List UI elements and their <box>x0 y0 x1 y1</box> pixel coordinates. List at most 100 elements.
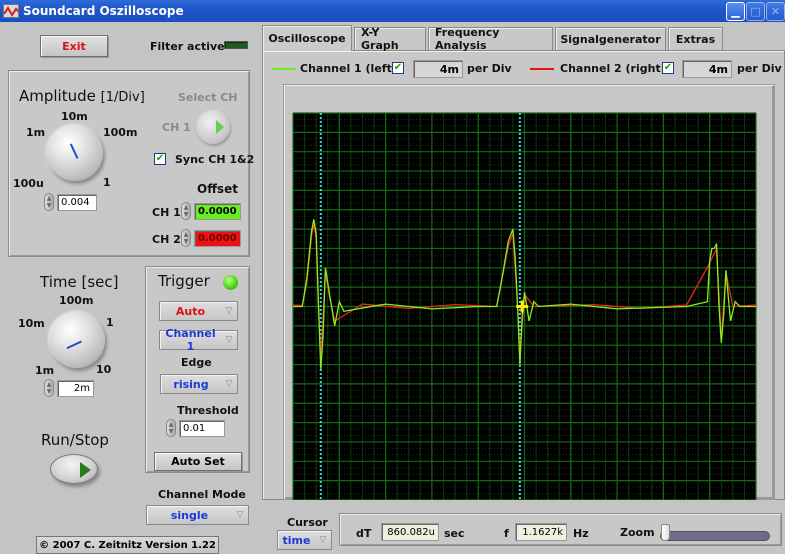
time-tick-label: 10m <box>18 317 45 330</box>
minimize-button[interactable]: ▁ <box>726 2 745 21</box>
channel-2-per-div-field[interactable]: 4m <box>682 60 732 78</box>
amp-tick-label: 1 <box>103 176 111 189</box>
amp-tick-label: 100u <box>13 177 44 190</box>
tab-signalgenerator[interactable]: Signalgenerator <box>555 27 666 50</box>
cursor-mode-value: time <box>282 533 311 547</box>
trigger-channel-value: Channel 1 <box>165 327 216 353</box>
maximize-button[interactable]: □ <box>746 2 765 21</box>
chevron-down-icon: ▽ <box>225 306 233 316</box>
oscilloscope-chart[interactable]: 0200u400u600u800u1m1.2m1.4m1.6m1.8m2m Ti… <box>283 84 775 500</box>
trigger-led <box>223 275 238 290</box>
tab-frequency-analysis[interactable]: Frequency Analysis <box>428 26 553 52</box>
time-tick-label: 100m <box>59 294 94 307</box>
offset-ch1-label: CH 1 <box>152 206 181 219</box>
channel-1-per-div-field[interactable]: 4m <box>413 60 463 78</box>
offset-ch2-field[interactable]: 0.0000 <box>194 230 241 247</box>
tab-extras[interactable]: Extras <box>668 27 723 50</box>
dt-value-field: 860.082u <box>381 523 439 541</box>
offset-label: Offset <box>197 182 238 196</box>
time-tick-label: 10 <box>96 363 112 376</box>
app-icon <box>3 4 19 18</box>
exit-button[interactable]: Exit <box>40 35 108 57</box>
chevron-down-icon: ▽ <box>236 510 244 520</box>
channel-1-per-div-label: per Div <box>467 62 512 75</box>
chevron-down-icon: ▽ <box>319 535 327 545</box>
channel-1-legend-line <box>272 68 296 70</box>
trigger-title: Trigger <box>158 272 210 290</box>
sync-checkbox[interactable]: ✔ <box>154 153 166 165</box>
knob-pointer <box>69 143 79 159</box>
trigger-mode-dropdown[interactable]: Auto ▽ <box>159 301 238 321</box>
offset-ch2-spinner[interactable]: ▲ ▼ <box>181 229 191 247</box>
dt-unit: sec <box>444 527 465 540</box>
cursor-mode-dropdown[interactable]: time ▽ <box>277 530 332 550</box>
time-tick-label: 1m <box>35 364 55 377</box>
threshold-field[interactable]: 0.01 <box>179 420 225 437</box>
amplitude-title: Amplitude [1/Div] <box>19 87 145 105</box>
zoom-slider-track[interactable] <box>660 531 770 541</box>
select-ch-toggle[interactable] <box>196 110 230 144</box>
threshold-label: Threshold <box>177 404 239 417</box>
sync-label: Sync CH 1&2 <box>175 153 255 166</box>
play-icon <box>80 462 91 478</box>
channel-mode-dropdown[interactable]: single ▽ <box>146 505 249 525</box>
exit-label: Exit <box>62 39 86 53</box>
edge-value: rising <box>173 377 209 391</box>
zoom-slider-thumb[interactable] <box>661 524 670 541</box>
offset-ch2-label: CH 2 <box>152 233 181 246</box>
offset-ch1-spinner[interactable]: ▲ ▼ <box>181 202 191 220</box>
trigger-mode-value: Auto <box>175 304 206 318</box>
trigger-group <box>145 266 250 473</box>
channel-1-label: Channel 1 (left) <box>300 62 397 75</box>
knob-pointer <box>66 340 82 350</box>
time-value-field[interactable]: 2m <box>57 380 94 397</box>
chevron-down-icon: ▽ <box>225 335 233 345</box>
channel-2-legend-line <box>530 68 554 70</box>
tab-xy-graph[interactable]: X-Y Graph <box>354 26 426 52</box>
close-button[interactable]: ✕ <box>766 2 785 21</box>
auto-set-button[interactable]: Auto Set <box>154 452 242 471</box>
tab-oscilloscope[interactable]: Oscilloscope <box>262 25 352 51</box>
channel-mode-label: Channel Mode <box>158 488 246 501</box>
edge-dropdown[interactable]: rising ▽ <box>160 374 238 394</box>
version-label: © 2007 C. Zeitnitz Version 1.22 <box>36 536 219 554</box>
amplitude-value-field[interactable]: 0.004 <box>57 194 97 211</box>
amplitude-spinner[interactable]: ▲ ▼ <box>44 193 54 211</box>
threshold-spinner[interactable]: ▲ ▼ <box>166 419 176 437</box>
run-stop-label: Run/Stop <box>41 431 109 449</box>
time-tick-label: 1 <box>106 316 114 329</box>
channel-2-label: Channel 2 (right) <box>560 62 666 75</box>
amp-tick-label: 100m <box>103 126 138 139</box>
edge-label: Edge <box>181 356 212 369</box>
auto-set-label: Auto Set <box>171 455 225 468</box>
time-spinner[interactable]: ▲ ▼ <box>44 379 54 397</box>
offset-ch1-field[interactable]: 0.0000 <box>194 203 241 220</box>
app-body: Exit Filter active Amplitude [1/Div] 100… <box>0 22 785 554</box>
channel-1-checkbox[interactable]: ✔ <box>392 62 404 74</box>
channel-2-per-div-label: per Div <box>737 62 782 75</box>
dt-label: dT <box>356 527 372 540</box>
maximize-icon: □ <box>750 5 761 18</box>
f-label: f <box>504 527 509 540</box>
time-title: Time [sec] <box>40 273 119 291</box>
f-unit: Hz <box>573 527 589 540</box>
close-icon: ✕ <box>770 5 781 18</box>
title-bar: Soundcard Oszilloscope ▁ □ ✕ <box>0 0 785 22</box>
minimize-icon: ▁ <box>731 5 740 18</box>
amplitude-knob[interactable] <box>47 125 103 181</box>
f-value-field: 1.1627k <box>515 523 567 541</box>
play-icon <box>216 120 224 134</box>
chevron-down-icon: ▽ <box>225 379 233 389</box>
filter-label: Filter active <box>150 40 225 53</box>
cursor-label: Cursor <box>287 516 328 529</box>
run-stop-button[interactable] <box>50 454 98 484</box>
amp-tick-label: 10m <box>61 110 88 123</box>
channel-2-checkbox[interactable]: ✔ <box>662 62 674 74</box>
time-knob[interactable] <box>49 312 105 368</box>
select-ch-value: CH 1 <box>162 121 191 134</box>
trigger-channel-dropdown[interactable]: Channel 1 ▽ <box>159 327 238 353</box>
filter-led <box>224 41 248 49</box>
zoom-label: Zoom <box>620 526 655 539</box>
amp-tick-label: 1m <box>26 126 46 139</box>
select-ch-label: Select CH <box>178 91 238 104</box>
